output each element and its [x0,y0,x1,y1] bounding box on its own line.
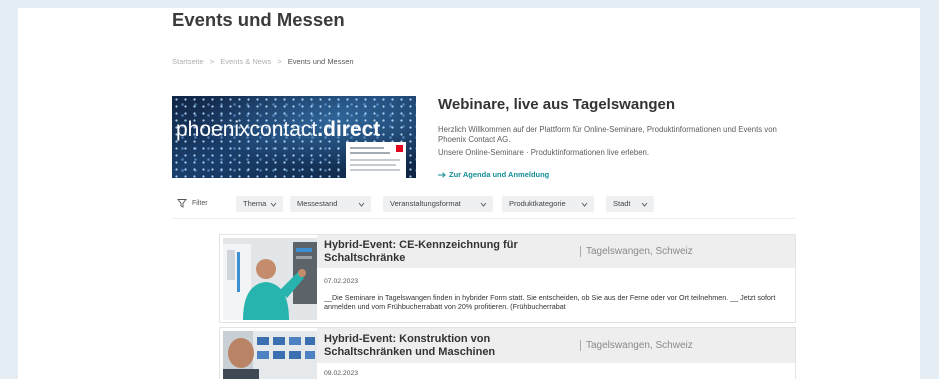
event-location: Tagelswangen, Schweiz [580,246,693,257]
photo-shelf-item [305,351,315,359]
photo-shelf-item [289,337,301,345]
banner-card-line [350,159,400,161]
filter-dropdown-veranstaltungsformat[interactable]: Veranstaltungsformat [383,196,493,212]
filter-dropdown-label: Produktkategorie [509,199,566,208]
banner-card-line [350,152,390,154]
person-head [256,259,276,279]
filter-dropdown-stadt[interactable]: Stadt [606,196,654,212]
event-description: __Die Seminare in Tagelswangen finden in… [324,293,776,311]
chevron-down-icon [270,202,277,207]
intro-heading: Webinare, live aus Tagelswangen [438,96,676,113]
chevron-down-icon [581,202,588,207]
brand-badge-icon [396,145,403,152]
banner-brand-main: phoenixcontact [176,118,318,141]
filter-dropdown-thema[interactable]: Thema [236,196,283,212]
banner-info-card [346,142,406,178]
photo-shelf-item [257,337,269,345]
page-title: Events und Messen [172,9,345,30]
photo-shelf-item [305,337,315,345]
breadcrumb-item-events-news[interactable]: Events & News [220,57,271,66]
filter-dropdown-label: Stadt [613,199,631,208]
filter-dropdown-produktkategorie[interactable]: Produktkategorie [502,196,594,212]
event-photo [223,238,317,320]
event-title[interactable]: Hybrid-Event: Konstruktion von Schaltsch… [324,333,554,359]
agenda-link-label: Zur Agenda und Anmeldung [449,170,550,179]
person-head [228,338,254,368]
filter-dropdown-label: Veranstaltungsformat [390,199,461,208]
photo-cabinet-detail [296,248,312,252]
chevron-down-icon [358,202,365,207]
breadcrumb-separator: > [277,57,282,66]
photo-cabinet-detail [237,252,240,292]
arrow-right-icon [438,171,446,178]
photo-shelf-item [257,351,269,359]
breadcrumb-item-home[interactable]: Startseite [172,57,204,66]
filter-dropdown-label: Thema [243,199,267,208]
content-panel [18,8,920,379]
photo-shelf-item [289,351,301,359]
banner-image: phoenixcontact.direct [172,96,416,178]
photo-shelf-item [273,337,285,345]
filter-divider [172,218,796,219]
intro-paragraph: Herzlich Willkommen auf der Plattform fü… [438,125,777,144]
photo-cabinet-detail [296,256,312,259]
banner-brand-suffix: .direct [317,118,381,141]
breadcrumb-separator: > [209,57,215,66]
filter-icon [177,199,187,208]
photo-cabinet-detail [227,250,235,280]
event-card[interactable]: Hybrid-Event: Konstruktion von Schaltsch… [219,327,796,379]
chevron-down-icon [641,202,648,207]
person-hand [298,269,306,277]
event-title[interactable]: Hybrid-Event: CE-Kennzeichnung für Schal… [324,239,554,265]
event-location: Tagelswangen, Schweiz [580,340,693,351]
breadcrumb-item-current: Events und Messen [287,57,354,66]
event-photo [223,331,317,379]
filter-toggle[interactable]: Filter [177,198,208,208]
event-date: 09.02.2023 [324,370,359,377]
intro-paragraph: Unsere Online-Seminare · Produktinformat… [438,148,650,157]
breadcrumb: Startseite > Events & News > Events und … [172,57,358,66]
filter-dropdown-messestand[interactable]: Messestand [290,196,371,212]
chevron-down-icon [480,202,487,207]
event-date: 07.02.2023 [324,278,359,285]
banner-card-line [350,147,384,149]
photo-shelf-item [273,351,285,359]
banner-card-line [350,169,400,171]
person-shirt [223,369,259,379]
banner-card-line [350,164,396,166]
event-card[interactable]: Hybrid-Event: CE-Kennzeichnung für Schal… [219,234,796,323]
banner-brand: phoenixcontact.direct [176,118,380,142]
filter-label: Filter [192,199,208,207]
agenda-link[interactable]: Zur Agenda und Anmeldung [438,170,549,179]
filter-dropdown-label: Messestand [297,199,338,208]
